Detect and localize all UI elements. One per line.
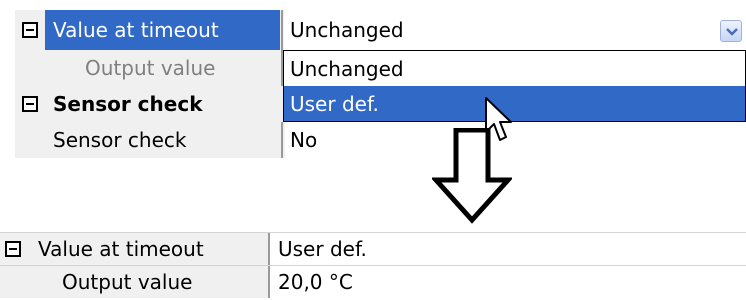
label-text: Sensor check xyxy=(53,128,187,152)
row-value-at-timeout[interactable]: Value at timeout User def. xyxy=(0,233,746,265)
column-divider xyxy=(281,122,283,158)
label-text: Value at timeout xyxy=(38,237,204,261)
label-output-value: Output value xyxy=(22,266,267,298)
combobox-value: Unchanged xyxy=(290,18,404,42)
down-arrow-icon xyxy=(432,128,512,224)
row-sensor-check-category[interactable]: Sensor check xyxy=(15,86,285,122)
bottom-property-grid: Value at timeout User def. Output value … xyxy=(0,232,746,300)
value-text: User def. xyxy=(278,237,367,261)
row-output-value[interactable]: Output value xyxy=(15,50,285,86)
column-divider xyxy=(281,10,283,50)
label-text: Output value xyxy=(62,270,193,294)
dropdown-list: Unchanged User def. xyxy=(283,50,746,122)
collapse-minus-icon[interactable] xyxy=(5,241,21,257)
row-output-value[interactable]: Output value 20,0 °C xyxy=(0,266,746,298)
chevron-down-icon xyxy=(726,28,738,36)
collapse-minus-icon[interactable] xyxy=(22,22,38,38)
option-text: Unchanged xyxy=(290,56,404,81)
value-text: No xyxy=(290,128,318,152)
category-sensor-check: Sensor check xyxy=(45,86,280,122)
label-value-at-timeout[interactable]: Value at timeout xyxy=(45,10,280,50)
label-value-at-timeout: Value at timeout xyxy=(22,233,267,265)
dropdown-option-unchanged[interactable]: Unchanged xyxy=(284,51,745,86)
top-property-grid: Value at timeout Unchanged Output value … xyxy=(15,10,746,158)
value-output-value[interactable]: 20,0 °C xyxy=(270,266,746,298)
label-output-value: Output value xyxy=(45,50,280,86)
collapse-minus-icon[interactable] xyxy=(22,96,38,112)
row-sensor-check[interactable]: Sensor check No xyxy=(15,122,746,158)
label-text: Value at timeout xyxy=(53,18,219,42)
value-text: 20,0 °C xyxy=(278,270,353,294)
category-text: Sensor check xyxy=(53,92,203,116)
label-sensor-check: Sensor check xyxy=(45,122,280,158)
option-text: User def. xyxy=(290,91,379,116)
row-value-at-timeout[interactable]: Value at timeout Unchanged xyxy=(15,10,746,50)
value-at-timeout[interactable]: User def. xyxy=(270,233,746,265)
dropdown-button[interactable] xyxy=(720,20,742,42)
value-at-timeout-combobox[interactable]: Unchanged xyxy=(284,10,746,50)
label-text: Output value xyxy=(85,56,216,80)
dropdown-option-user-def[interactable]: User def. xyxy=(284,86,745,121)
